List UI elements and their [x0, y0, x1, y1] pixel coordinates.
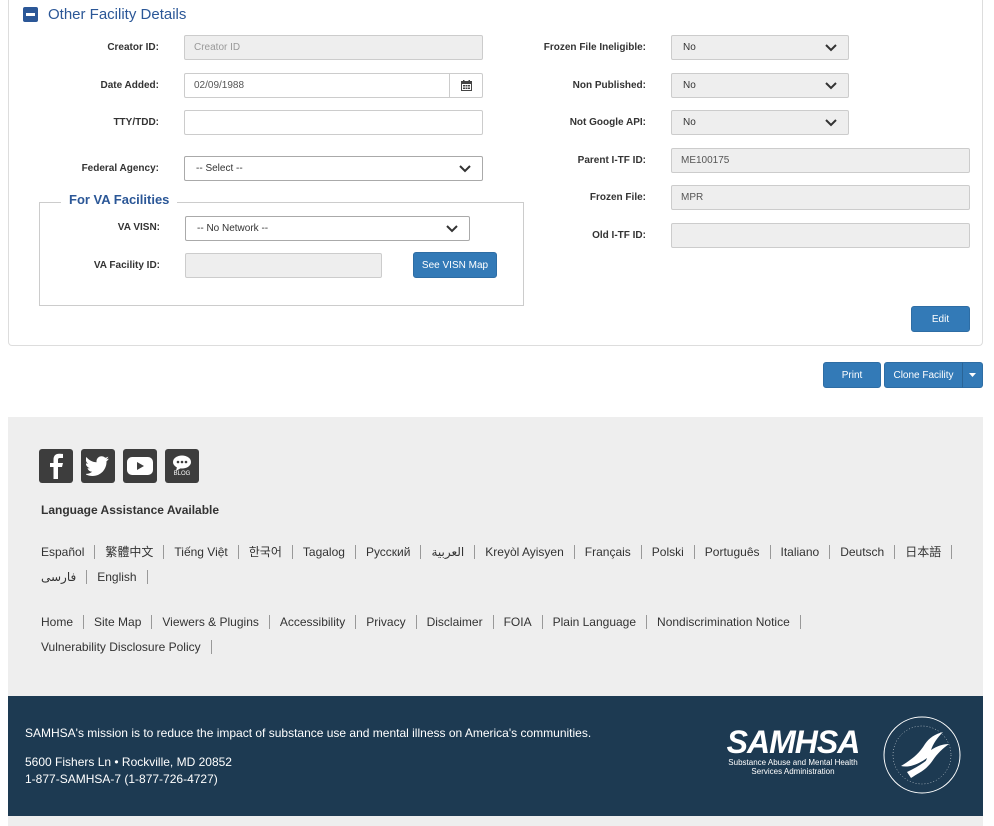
language-link[interactable]: العربية	[431, 545, 476, 559]
not-google-api-value: No	[683, 117, 696, 128]
chevron-down-icon	[825, 81, 837, 89]
site-links: Home Site Map Viewers & Plugins Accessib…	[41, 615, 841, 665]
va-visn-value: -- No Network --	[197, 223, 269, 234]
language-links: Español 繁體中文 Tiếng Việt 한국어 Tagalog Русс…	[41, 545, 971, 595]
panel-title: Other Facility Details	[48, 5, 187, 23]
frozen-file-ineligible-label: Frozen File Ineligible:	[543, 42, 646, 53]
parent-itf-id-input[interactable]: ME100175	[671, 148, 970, 173]
other-facility-details-panel: Other Facility Details Creator ID: Creat…	[8, 0, 983, 346]
not-google-api-select[interactable]: No	[671, 110, 849, 135]
calendar-icon	[460, 80, 472, 91]
language-link[interactable]: Português	[705, 545, 771, 559]
language-link[interactable]: English	[97, 570, 148, 584]
date-added-input[interactable]: 02/09/1988	[184, 73, 483, 98]
see-visn-map-button[interactable]: See VISN Map	[413, 252, 497, 278]
non-published-value: No	[683, 80, 696, 91]
panel-header[interactable]: Other Facility Details	[23, 4, 186, 24]
language-link[interactable]: Français	[585, 545, 642, 559]
blog-label: BLOG	[173, 470, 191, 477]
chevron-down-icon	[446, 224, 458, 232]
frozen-file-ineligible-select[interactable]: No	[671, 35, 849, 60]
calendar-button[interactable]	[449, 74, 482, 97]
tty-input[interactable]	[184, 110, 483, 135]
footer-link-disclaimer[interactable]: Disclaimer	[427, 615, 494, 629]
footer-link-foia[interactable]: FOIA	[504, 615, 543, 629]
date-added-label: Date Added:	[100, 80, 159, 91]
frozen-file-label: Frozen File:	[589, 192, 646, 203]
creator-id-label: Creator ID:	[107, 42, 159, 53]
non-published-select[interactable]: No	[671, 73, 849, 98]
language-link[interactable]: 繁體中文	[105, 545, 165, 559]
contact-info: 5600 Fishers Ln • Rockville, MD 20852 1-…	[25, 754, 232, 788]
federal-agency-value: -- Select --	[196, 163, 243, 174]
va-facility-id-input[interactable]	[185, 253, 382, 278]
chevron-down-icon	[825, 43, 837, 51]
footer-link-vulnerability[interactable]: Vulnerability Disclosure Policy	[41, 640, 212, 654]
clone-dropdown-toggle[interactable]	[962, 362, 983, 388]
date-added-value: 02/09/1988	[194, 80, 245, 91]
old-itf-id-label: Old I-TF ID:	[592, 230, 646, 241]
va-visn-select[interactable]: -- No Network --	[185, 216, 470, 241]
phone: 1-877-SAMHSA-7 (1-877-726-4727)	[25, 772, 218, 786]
language-link[interactable]: Deutsch	[840, 545, 896, 559]
footer-link-home[interactable]: Home	[41, 615, 85, 629]
blog-icon[interactable]: BLOG	[165, 449, 199, 483]
footer-link-privacy[interactable]: Privacy	[366, 615, 417, 629]
social-links: BLOG	[39, 449, 207, 483]
language-link[interactable]: Polski	[652, 545, 695, 559]
footer-bottom-bar: SAMHSA's mission is to reduce the impact…	[8, 696, 983, 816]
tty-label: TTY/TDD:	[113, 117, 159, 128]
address: 5600 Fishers Ln • Rockville, MD 20852	[25, 755, 232, 769]
federal-agency-label: Federal Agency:	[81, 163, 159, 174]
language-link[interactable]: Tagalog	[303, 545, 356, 559]
collapse-icon[interactable]	[23, 6, 38, 22]
footer-link-site-map[interactable]: Site Map	[94, 615, 153, 629]
frozen-file-ineligible-value: No	[683, 42, 696, 53]
old-itf-id-input[interactable]	[671, 223, 970, 248]
print-button[interactable]: Print	[823, 362, 881, 388]
youtube-icon[interactable]	[123, 449, 157, 483]
clone-facility-button[interactable]: Clone Facility	[884, 362, 963, 388]
samhsa-logo[interactable]: SAMHSA Substance Abuse and Mental Health…	[724, 726, 862, 776]
language-assistance-heading: Language Assistance Available	[41, 503, 220, 517]
footer-bottom-strip	[8, 816, 983, 826]
language-link[interactable]: 한국어	[249, 545, 293, 559]
edit-button[interactable]: Edit	[911, 306, 970, 332]
footer-link-viewers-plugins[interactable]: Viewers & Plugins	[162, 615, 270, 629]
non-published-label: Non Published:	[572, 80, 646, 91]
footer-link-nondiscrimination[interactable]: Nondiscrimination Notice	[657, 615, 801, 629]
language-link[interactable]: Español	[41, 545, 96, 559]
language-link[interactable]: Kreyòl Ayisyen	[485, 545, 575, 559]
language-link[interactable]: 日本語	[905, 545, 953, 559]
va-facility-id-label: VA Facility ID:	[93, 260, 160, 271]
footer-link-plain-language[interactable]: Plain Language	[553, 615, 648, 629]
language-link[interactable]: Tiếng Việt	[174, 545, 239, 559]
footer-link-accessibility[interactable]: Accessibility	[280, 615, 357, 629]
mission-statement: SAMHSA's mission is to reduce the impact…	[25, 726, 592, 740]
federal-agency-select[interactable]: -- Select --	[184, 156, 483, 181]
caret-down-icon	[969, 373, 976, 377]
frozen-file-input[interactable]: MPR	[671, 185, 970, 210]
va-facilities-legend: For VA Facilities	[61, 191, 178, 209]
samhsa-logo-subtitle-1: Substance Abuse and Mental Health	[728, 758, 858, 767]
twitter-icon[interactable]	[81, 449, 115, 483]
samhsa-logo-text: SAMHSA	[726, 724, 861, 760]
creator-id-input[interactable]: Creator ID	[184, 35, 483, 60]
site-footer: BLOG Language Assistance Available Españ…	[8, 417, 983, 696]
parent-itf-id-label: Parent I-TF ID:	[577, 155, 646, 166]
language-link[interactable]: فارسی	[41, 570, 88, 584]
chevron-down-icon	[459, 164, 471, 172]
chevron-down-icon	[825, 118, 837, 126]
language-link[interactable]: Italiano	[781, 545, 831, 559]
va-visn-label: VA VISN:	[117, 222, 160, 233]
hhs-seal-icon[interactable]	[881, 714, 963, 796]
language-link[interactable]: Русский	[366, 545, 422, 559]
not-google-api-label: Not Google API:	[569, 117, 646, 128]
facebook-icon[interactable]	[39, 449, 73, 483]
samhsa-logo-subtitle-2: Services Administration	[751, 767, 835, 776]
